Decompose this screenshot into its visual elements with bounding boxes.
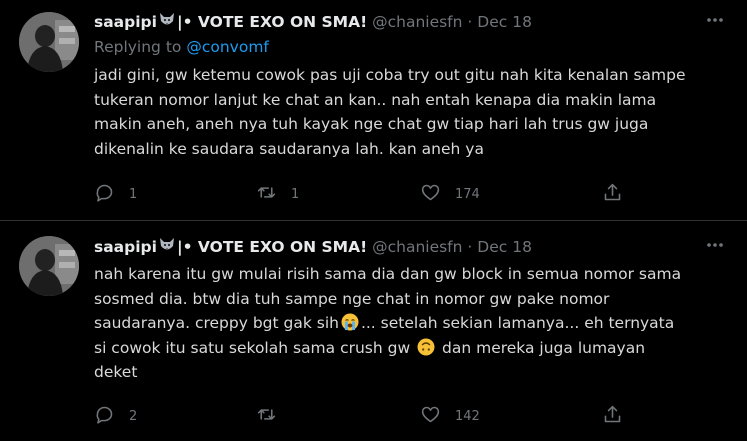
display-name-suffix[interactable]: |• VOTE EXO ON SMA! bbox=[177, 13, 367, 31]
tweet-text-segment: dan mereka juga lumayan bbox=[437, 338, 646, 357]
tweet-text-line: tukeran nomor lanjut ke chat an kan.. na… bbox=[94, 90, 657, 109]
tweet-actions: 2 142 bbox=[94, 405, 634, 427]
user-handle[interactable]: @chaniesfn bbox=[372, 13, 462, 31]
retweet-icon bbox=[256, 404, 277, 429]
replying-to: Replying to @convomf bbox=[94, 38, 269, 56]
tweet-text-line: nah karena itu gw mulai risih sama dia d… bbox=[94, 265, 682, 283]
tweet-text-line: dikenalin ke saudara saudaranya lah. kan… bbox=[94, 139, 484, 158]
retweet-button[interactable]: 1 bbox=[256, 183, 299, 205]
tweet-date[interactable]: Dec 18 bbox=[477, 13, 532, 31]
tweet-text: jadi gini, gw ketemu cowok pas uji coba … bbox=[94, 63, 724, 161]
like-button[interactable]: 174 bbox=[420, 183, 480, 205]
share-button[interactable] bbox=[602, 405, 623, 427]
retweet-count: 1 bbox=[291, 186, 300, 202]
upside-down-face-icon bbox=[417, 338, 435, 356]
avatar[interactable] bbox=[19, 12, 79, 72]
heart-icon bbox=[420, 182, 441, 207]
share-icon bbox=[602, 404, 623, 429]
tweet-text-segment: si cowok itu satu sekolah sama crush gw bbox=[94, 338, 416, 357]
wolf-face-icon bbox=[158, 236, 176, 261]
tweet-text-line: deket bbox=[94, 363, 138, 382]
reply-count: 2 bbox=[129, 408, 138, 424]
heart-icon bbox=[420, 404, 441, 429]
share-icon bbox=[602, 182, 623, 207]
reply-icon bbox=[94, 182, 115, 207]
separator-dot: · bbox=[467, 13, 473, 31]
mention-link[interactable]: @convomf bbox=[186, 38, 269, 56]
tweet-text: nah karena itu gw mulai risih sama dia d… bbox=[94, 262, 724, 385]
tweet-text-segment: saudaranya. creppy bgt gak sih bbox=[94, 314, 339, 333]
tweet-text-line: saudaranya. creppy bgt gak sih ... setela… bbox=[94, 311, 724, 336]
like-count: 174 bbox=[455, 186, 480, 202]
retweet-button[interactable] bbox=[256, 405, 291, 427]
display-name[interactable]: saapipi bbox=[94, 13, 157, 31]
separator-dot: · bbox=[467, 238, 473, 256]
retweet-icon bbox=[256, 182, 277, 207]
reply-icon bbox=[94, 404, 115, 429]
reply-button[interactable]: 1 bbox=[94, 183, 137, 205]
more-options-icon[interactable] bbox=[703, 10, 727, 34]
tweet-text-line: sosmed dia. btw dia tuh sampe nge chat i… bbox=[94, 289, 610, 308]
replying-to-label: Replying to bbox=[94, 38, 182, 56]
loudly-crying-face-icon bbox=[341, 313, 359, 331]
tweet-header: saapipi |• VOTE EXO ON SMA! @chaniesfn · … bbox=[94, 235, 532, 259]
share-button[interactable] bbox=[602, 183, 623, 205]
tweet-header: saapipi |• VOTE EXO ON SMA! @chaniesfn · … bbox=[94, 10, 532, 34]
tweet-text-segment: ... setelah sekian lamanya... eh ternyat… bbox=[360, 314, 675, 333]
tweet-date[interactable]: Dec 18 bbox=[477, 238, 532, 256]
tweet-text-line: jadi gini, gw ketemu cowok pas uji coba … bbox=[94, 66, 686, 84]
user-handle[interactable]: @chaniesfn bbox=[372, 238, 462, 256]
reply-count: 1 bbox=[129, 186, 138, 202]
wolf-face-icon bbox=[158, 11, 176, 36]
tweet[interactable]: saapipi |• VOTE EXO ON SMA! @chaniesfn · … bbox=[0, 221, 747, 441]
tweet-text-line: makin aneh, aneh nya tuh kayak nge chat … bbox=[94, 115, 649, 134]
tweet-actions: 1 1 174 bbox=[94, 183, 634, 205]
like-button[interactable]: 142 bbox=[420, 405, 480, 427]
avatar[interactable] bbox=[19, 236, 79, 296]
tweet-text-line: si cowok itu satu sekolah sama crush gw … bbox=[94, 336, 724, 361]
display-name-suffix[interactable]: |• VOTE EXO ON SMA! bbox=[177, 238, 367, 256]
reply-button[interactable]: 2 bbox=[94, 405, 137, 427]
like-count: 142 bbox=[455, 408, 480, 424]
more-options-icon[interactable] bbox=[703, 235, 727, 259]
tweet[interactable]: saapipi |• VOTE EXO ON SMA! @chaniesfn · … bbox=[0, 0, 747, 221]
display-name[interactable]: saapipi bbox=[94, 238, 157, 256]
